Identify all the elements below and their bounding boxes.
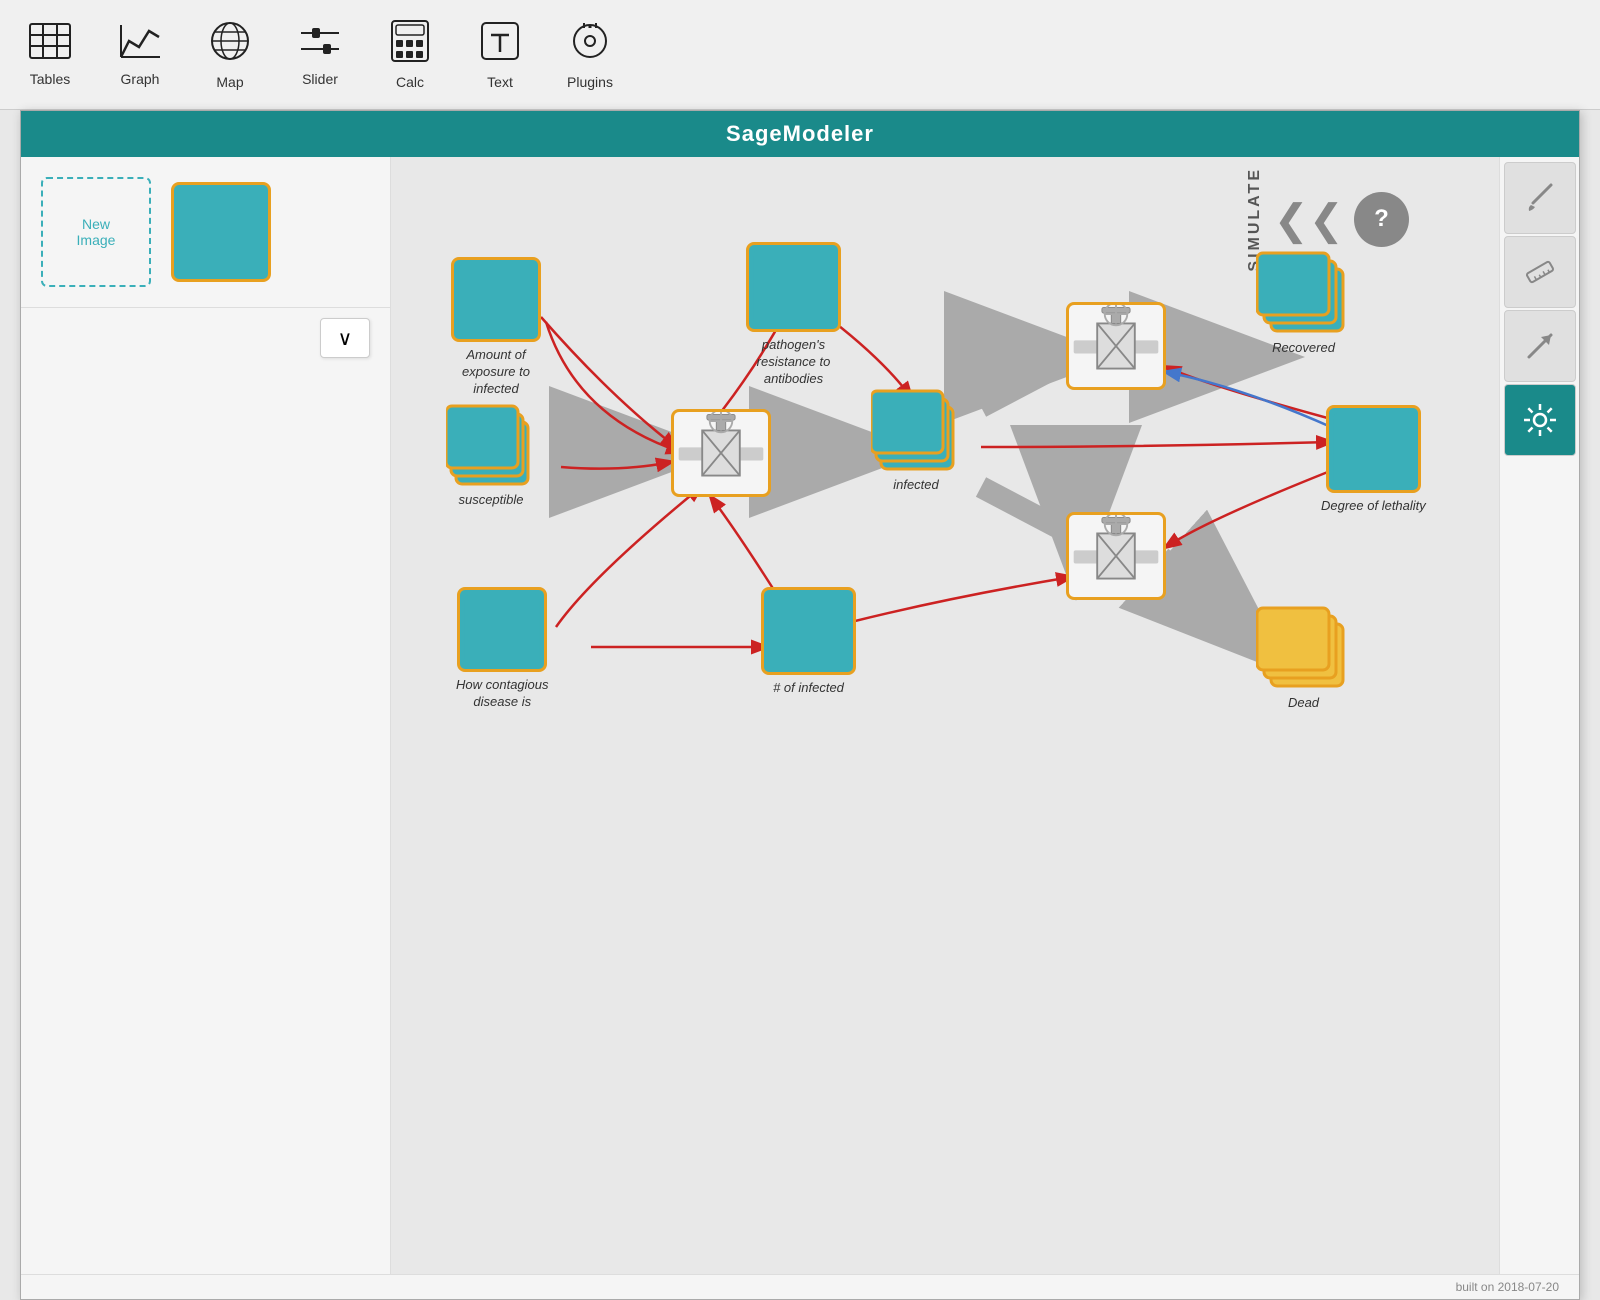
toolbar-tables[interactable]: Tables [20,23,80,87]
right-toolbar [1499,157,1579,1274]
node-how-contagious-label: How contagiousdisease is [456,677,549,711]
node-how-contagious[interactable]: How contagiousdisease is [456,587,549,711]
chevron-down-button[interactable]: ∨ [320,318,370,358]
chevron-down-icon: ∨ [338,326,353,351]
content-area: NewImage ∨ SIMULATE ❮❮ ? [21,157,1579,1274]
map-icon [209,20,251,68]
toolbar-calc[interactable]: Calc [380,20,440,90]
app-title: SageModeler [726,121,874,146]
plugins-icon [569,20,611,68]
build-info: built on 2018-07-20 [1456,1280,1559,1294]
slider-icon [299,23,341,65]
ruler-tool-button[interactable] [1504,236,1576,308]
toolbar-map[interactable]: Map [200,20,260,90]
node-degree-lethality-label: Degree of lethality [1321,498,1426,515]
toolbar-graph[interactable]: Graph [110,23,170,87]
help-button[interactable]: ? [1354,192,1409,247]
node-recovered-label: Recovered [1272,340,1335,357]
calc-icon [391,20,429,68]
node-susceptible[interactable]: susceptible [446,402,536,509]
palette-teal-node[interactable] [171,182,271,282]
node-susceptible-label: susceptible [458,492,523,509]
status-bar: built on 2018-07-20 [21,1274,1579,1299]
text-label: Text [487,74,513,90]
title-bar: SageModeler [21,111,1579,157]
toolbar-slider[interactable]: Slider [290,23,350,87]
slider-label: Slider [302,71,338,87]
node-num-infected-label: # of infected [773,680,844,697]
text-icon [479,20,521,68]
toolbar-text[interactable]: Text [470,20,530,90]
node-infected[interactable]: infected [871,387,961,494]
node-pathogen-resistance[interactable]: pathogen'sresistance toantibodies [746,242,841,388]
palette-nodes: NewImage [21,157,390,307]
node-dead[interactable]: Dead [1256,602,1351,712]
top-toolbar: Tables Graph Map [0,0,1600,110]
gear-tool-button[interactable] [1504,384,1576,456]
node-recovered[interactable]: Recovered [1256,247,1351,357]
new-image-button[interactable]: NewImage [41,177,151,287]
simulate-chevron-icon[interactable]: ❮❮ [1274,195,1344,244]
model-canvas[interactable]: SIMULATE ❮❮ ? [391,157,1499,1274]
node-infected-label: infected [893,477,939,494]
node-valve1[interactable] [671,409,771,497]
node-amount-exposure-label: Amount ofexposure toinfected [462,347,530,398]
palette-toggle: ∨ [21,307,390,368]
node-dead-label: Dead [1288,695,1319,712]
node-valve3[interactable] [1066,512,1166,600]
tables-label: Tables [30,71,70,87]
tables-icon [29,23,71,65]
plugins-label: Plugins [567,74,613,90]
calc-label: Calc [396,74,424,90]
toolbar-plugins[interactable]: Plugins [560,20,620,90]
graph-label: Graph [121,71,160,87]
help-icon: ? [1374,205,1389,233]
sage-modeler-app: SageModeler NewImage ∨ SIMULATE ❮❮ ? [20,110,1580,1300]
node-amount-exposure[interactable]: Amount ofexposure toinfected [451,257,541,398]
node-pathogen-resistance-label: pathogen'sresistance toantibodies [757,337,831,388]
palette-panel: NewImage ∨ [21,157,391,1274]
brush-tool-button[interactable] [1504,162,1576,234]
map-label: Map [216,74,243,90]
node-degree-lethality[interactable]: Degree of lethality [1321,405,1426,515]
node-valve2[interactable] [1066,302,1166,390]
arrow-tool-button[interactable] [1504,310,1576,382]
graph-icon [119,23,161,65]
node-num-infected[interactable]: # of infected [761,587,856,697]
